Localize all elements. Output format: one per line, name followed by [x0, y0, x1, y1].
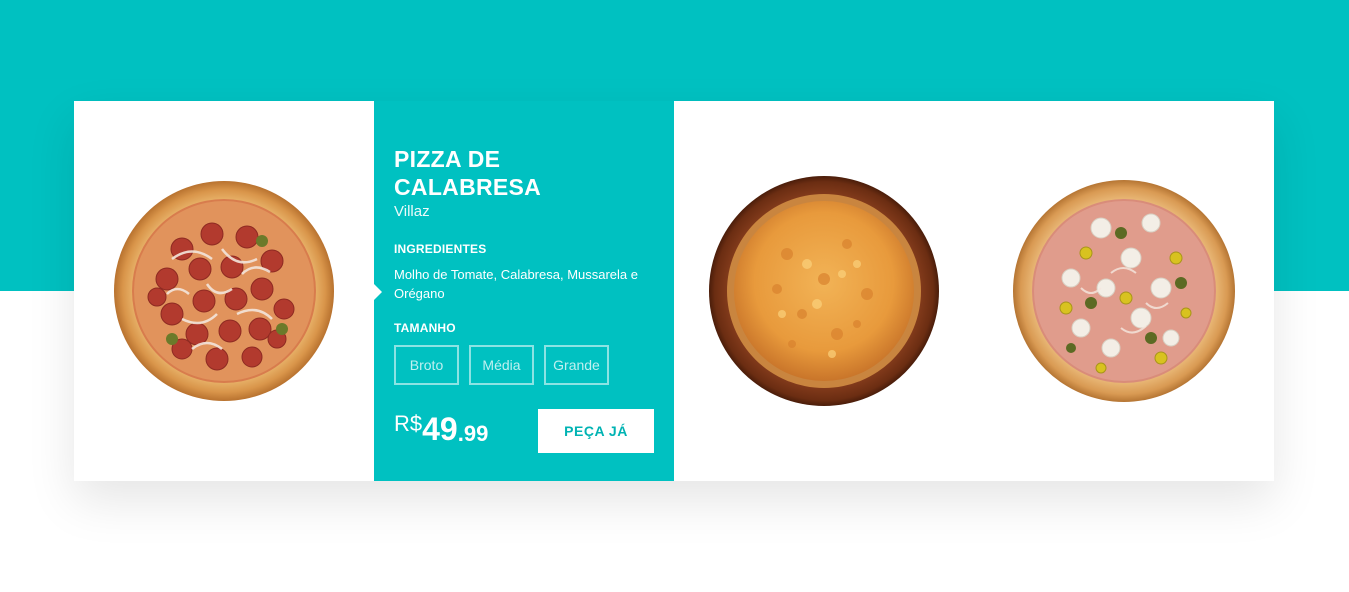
- carousel-slot-calabresa[interactable]: [74, 101, 374, 481]
- pizza-mussarela-image: [709, 176, 939, 406]
- size-option-grande[interactable]: Grande: [544, 345, 609, 385]
- size-selector: Broto Média Grande: [394, 345, 654, 385]
- price-row: R$ 49 .99 PEÇA JÁ: [394, 409, 654, 453]
- order-now-button[interactable]: PEÇA JÁ: [538, 409, 654, 453]
- product-info-panel: PIZZA DE CALABRESA Villaz INGREDIENTES M…: [373, 101, 674, 481]
- ingredients-heading: INGREDIENTES: [394, 242, 487, 256]
- carousel-slot-mussarela[interactable]: [674, 101, 974, 481]
- pizza-portuguesa-image: [1013, 180, 1235, 402]
- size-heading: TAMANHO: [394, 321, 456, 335]
- price-currency: R$: [394, 411, 423, 436]
- size-option-media[interactable]: Média: [469, 345, 534, 385]
- product-carousel-card: PIZZA DE CALABRESA Villaz INGREDIENTES M…: [74, 101, 1274, 481]
- product-price: R$ 49 .99: [394, 413, 488, 449]
- product-brand: Villaz: [394, 203, 430, 220]
- size-option-broto[interactable]: Broto: [394, 345, 459, 385]
- active-slide-pointer: [373, 283, 382, 301]
- price-integer: 49: [422, 411, 458, 447]
- product-title: PIZZA DE CALABRESA: [394, 146, 542, 200]
- ingredients-list: Molho de Tomate, Calabresa, Mussarela e …: [394, 267, 638, 301]
- carousel-slot-portuguesa[interactable]: [974, 101, 1274, 481]
- pizza-calabresa-image: [114, 181, 334, 401]
- price-decimal: .99: [457, 421, 489, 446]
